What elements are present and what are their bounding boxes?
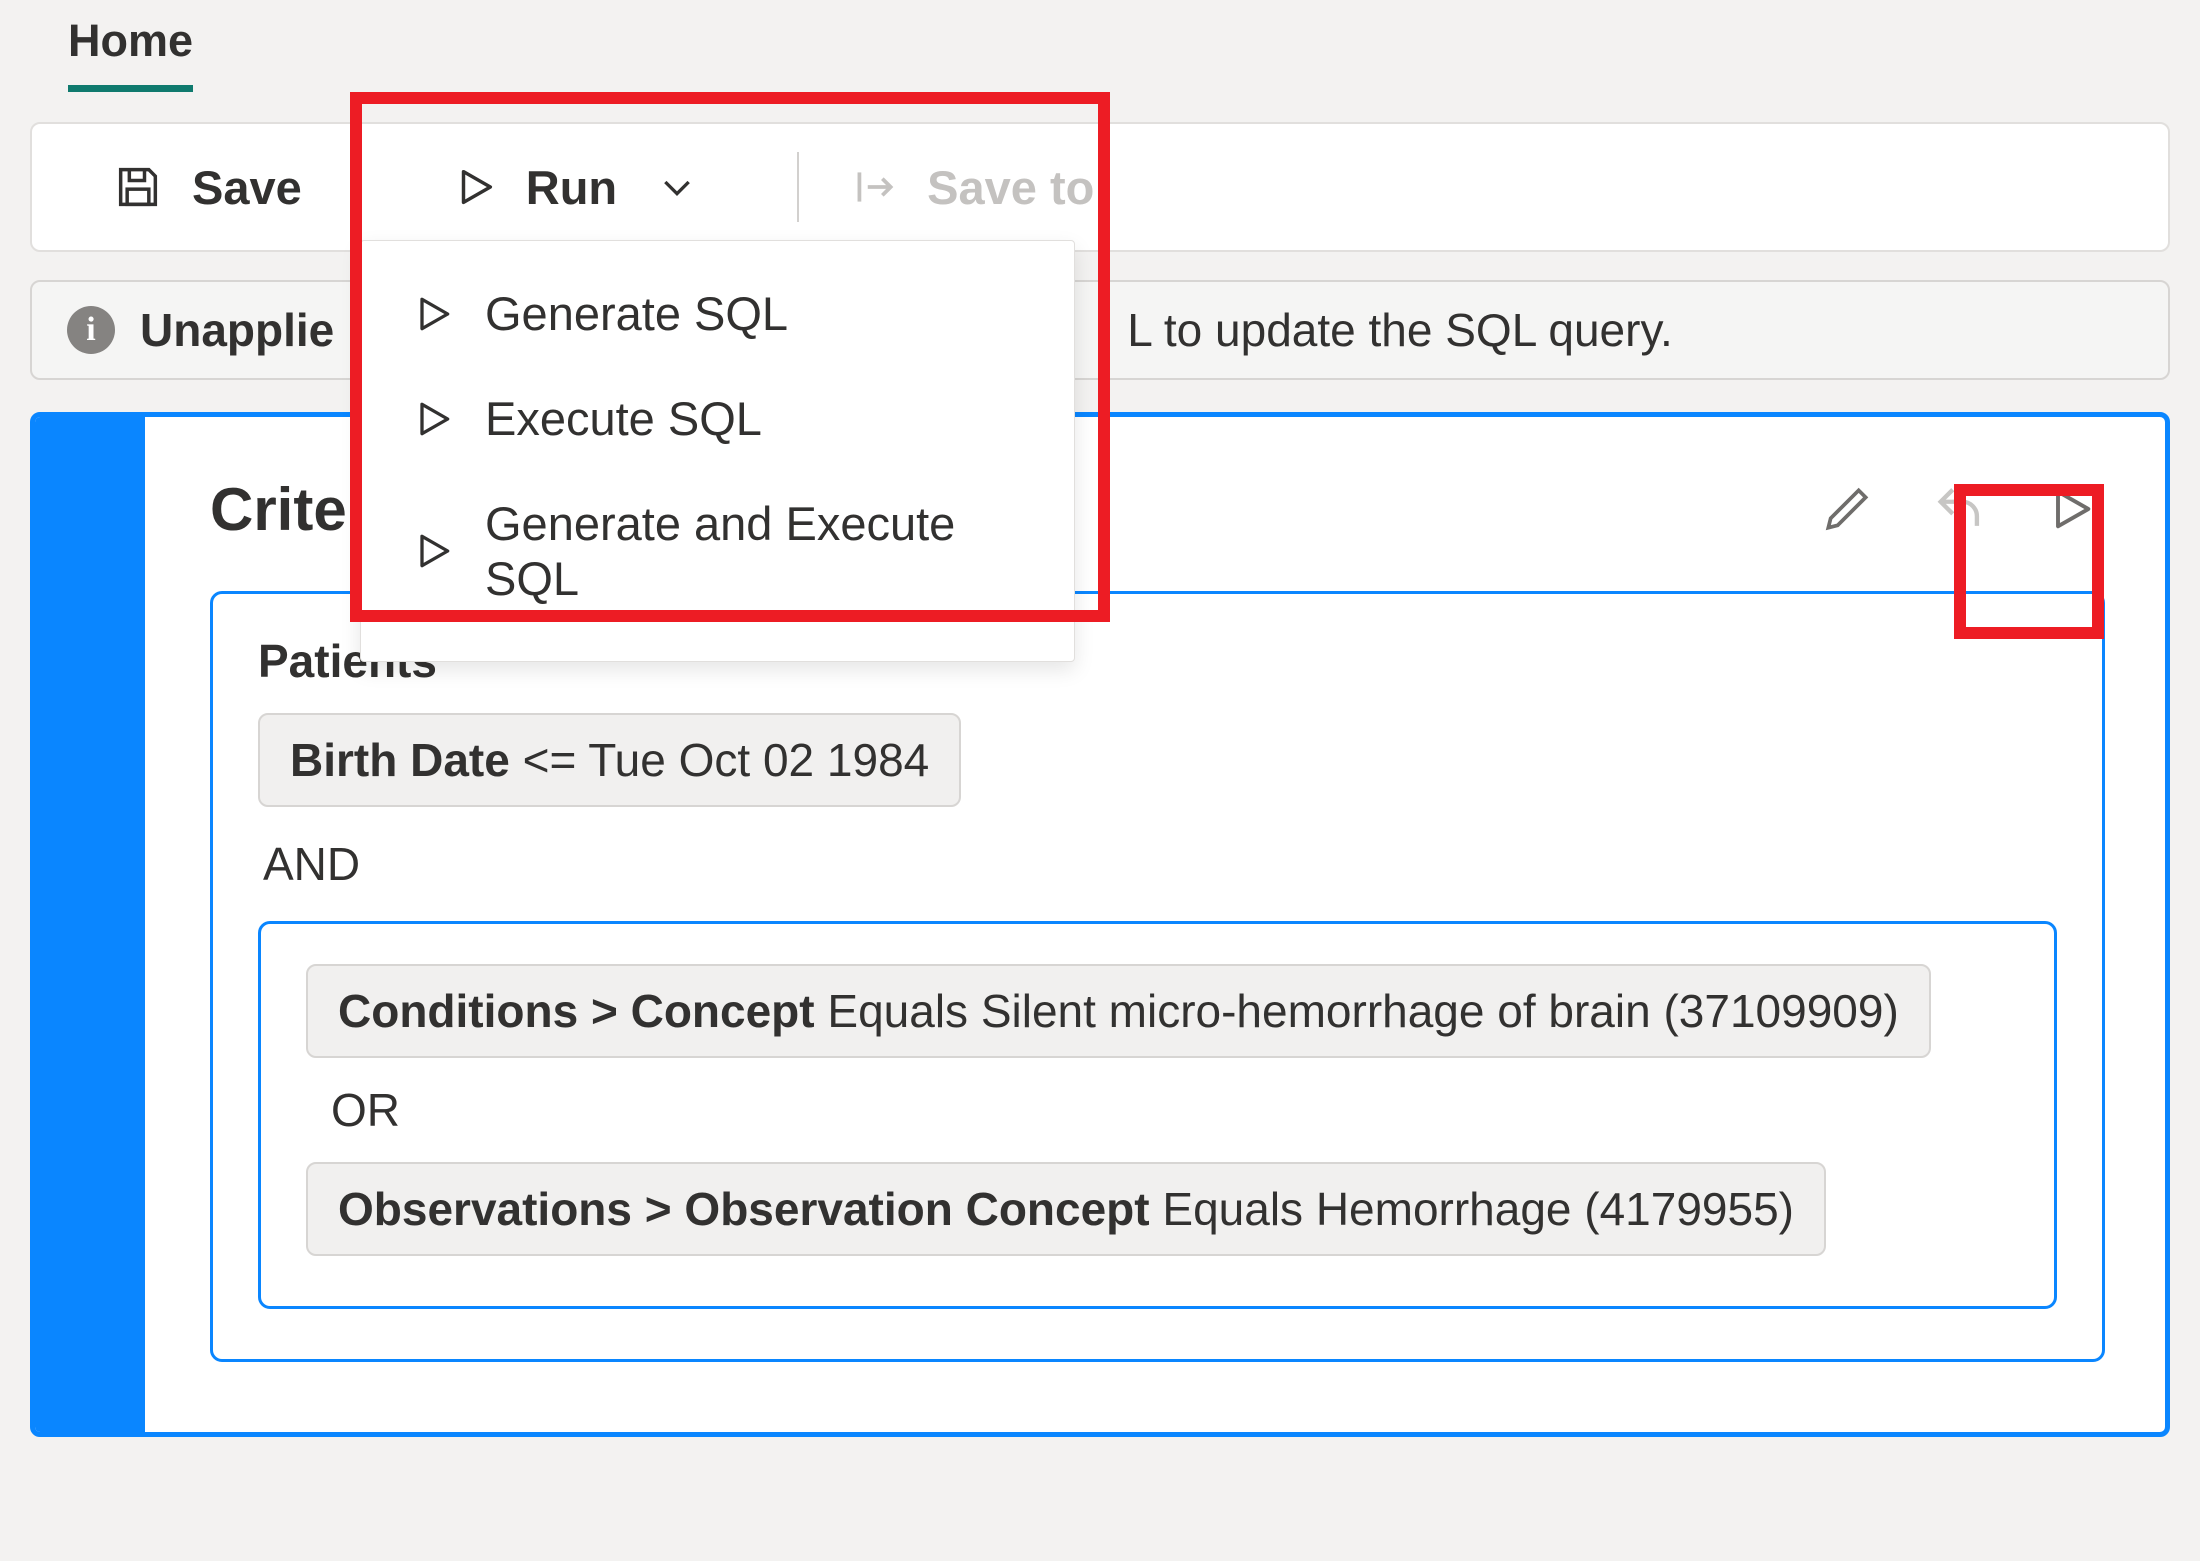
criteria-chip-birthdate[interactable]: Birth Date <= Tue Oct 02 1984 bbox=[258, 713, 961, 807]
chevron-down-icon bbox=[657, 167, 697, 207]
save-icon bbox=[112, 161, 164, 213]
toolbar: Save Run Save to bbox=[30, 122, 2170, 252]
save-label: Save bbox=[192, 160, 302, 215]
card-title: Crite bbox=[210, 475, 347, 544]
play-icon bbox=[411, 292, 455, 336]
run-criteria-button[interactable] bbox=[2037, 475, 2105, 543]
tab-home[interactable]: Home bbox=[68, 15, 193, 92]
edit-button[interactable] bbox=[1811, 473, 1883, 545]
run-button[interactable]: Run bbox=[412, 148, 737, 227]
tab-bar: Home bbox=[0, 0, 2200, 92]
undo-button bbox=[1923, 472, 1997, 546]
or-operator: OR bbox=[331, 1083, 2009, 1137]
menu-item-execute-sql[interactable]: Execute SQL bbox=[361, 366, 1074, 471]
play-icon bbox=[411, 529, 455, 573]
criteria-chip-observation[interactable]: Observations > Observation Concept Equal… bbox=[306, 1162, 1826, 1256]
card-accent bbox=[35, 417, 145, 1432]
info-banner: i Unapplie L to update the SQL query. bbox=[30, 280, 2170, 380]
run-dropdown: Generate SQL Execute SQL Generate and Ex… bbox=[360, 240, 1075, 662]
menu-item-generate-execute-sql[interactable]: Generate and Execute SQL bbox=[361, 471, 1074, 631]
criteria-outer-group: Patients Birth Date <= Tue Oct 02 1984 A… bbox=[210, 591, 2105, 1362]
export-arrow-icon bbox=[849, 162, 899, 212]
menu-item-generate-sql[interactable]: Generate SQL bbox=[361, 261, 1074, 366]
menu-item-label: Execute SQL bbox=[485, 391, 762, 446]
toolbar-separator bbox=[797, 152, 799, 222]
banner-text-tail: L to update the SQL query. bbox=[1127, 303, 1673, 357]
run-label: Run bbox=[526, 160, 617, 215]
banner-text: Unapplie bbox=[140, 303, 342, 357]
info-icon: i bbox=[67, 306, 115, 354]
criteria-card: Crite bbox=[30, 412, 2170, 1437]
play-icon bbox=[411, 397, 455, 441]
criteria-chip-condition[interactable]: Conditions > Concept Equals Silent micro… bbox=[306, 964, 1931, 1058]
criteria-card-wrap: Crite bbox=[30, 412, 2170, 1437]
menu-item-label: Generate SQL bbox=[485, 286, 788, 341]
criteria-inner-group: Conditions > Concept Equals Silent micro… bbox=[258, 921, 2057, 1309]
saveto-button: Save to bbox=[809, 148, 1134, 227]
save-button[interactable]: Save bbox=[72, 148, 342, 227]
and-operator: AND bbox=[263, 837, 2057, 891]
play-icon bbox=[452, 164, 498, 210]
card-actions bbox=[1811, 472, 2105, 546]
saveto-label: Save to bbox=[927, 160, 1094, 215]
menu-item-label: Generate and Execute SQL bbox=[485, 496, 1024, 606]
